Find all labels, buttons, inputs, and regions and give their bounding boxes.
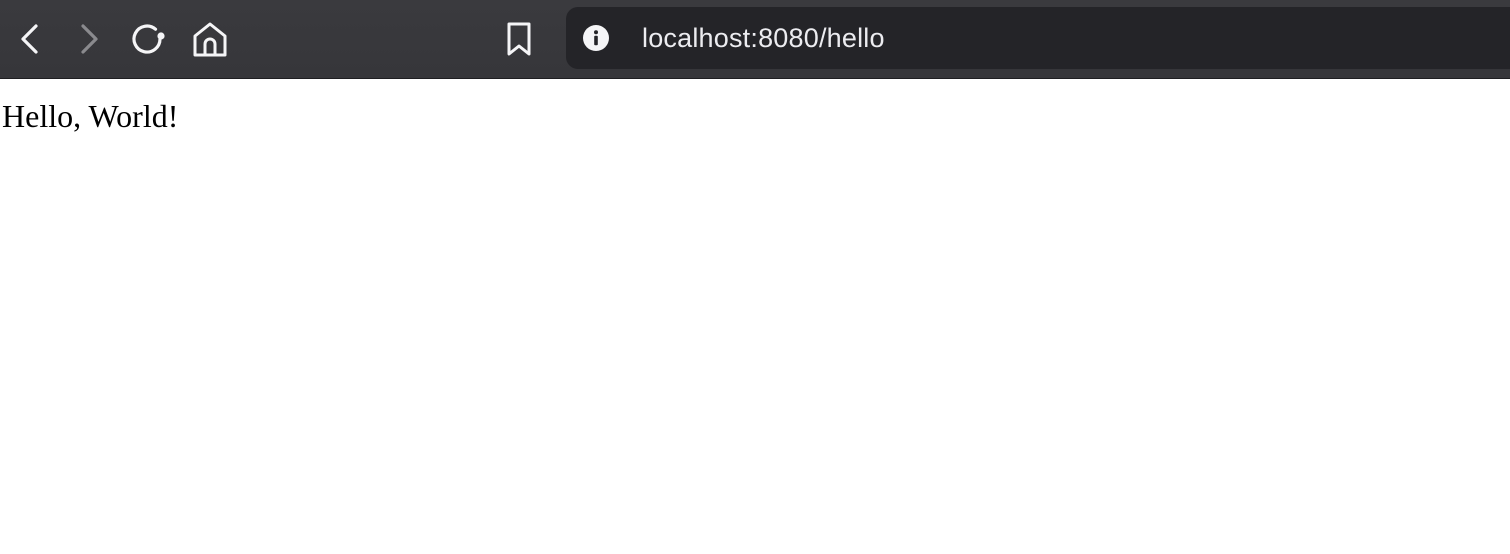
bookmark-button[interactable]: [497, 17, 541, 61]
url-bar[interactable]: localhost:8080/hello: [566, 7, 1510, 69]
url-text[interactable]: localhost:8080/hello: [642, 21, 885, 55]
page-body-text: Hello, World!: [2, 98, 179, 134]
reload-button[interactable]: [126, 17, 170, 61]
page-content: Hello, World!: [0, 80, 1510, 554]
home-button[interactable]: [188, 17, 232, 61]
browser-toolbar: localhost:8080/hello: [0, 0, 1510, 79]
chevron-left-icon: [21, 24, 38, 54]
info-icon: [583, 25, 609, 51]
home-icon: [193, 22, 227, 57]
url-host: localhost:8080: [642, 23, 819, 53]
bookmark-icon: [507, 22, 531, 56]
chevron-right-icon: [81, 24, 98, 54]
site-info-button[interactable]: [582, 24, 610, 52]
url-path: /hello: [818, 23, 885, 53]
back-button[interactable]: [8, 17, 52, 61]
reload-icon: [132, 24, 165, 54]
forward-button[interactable]: [67, 17, 111, 61]
